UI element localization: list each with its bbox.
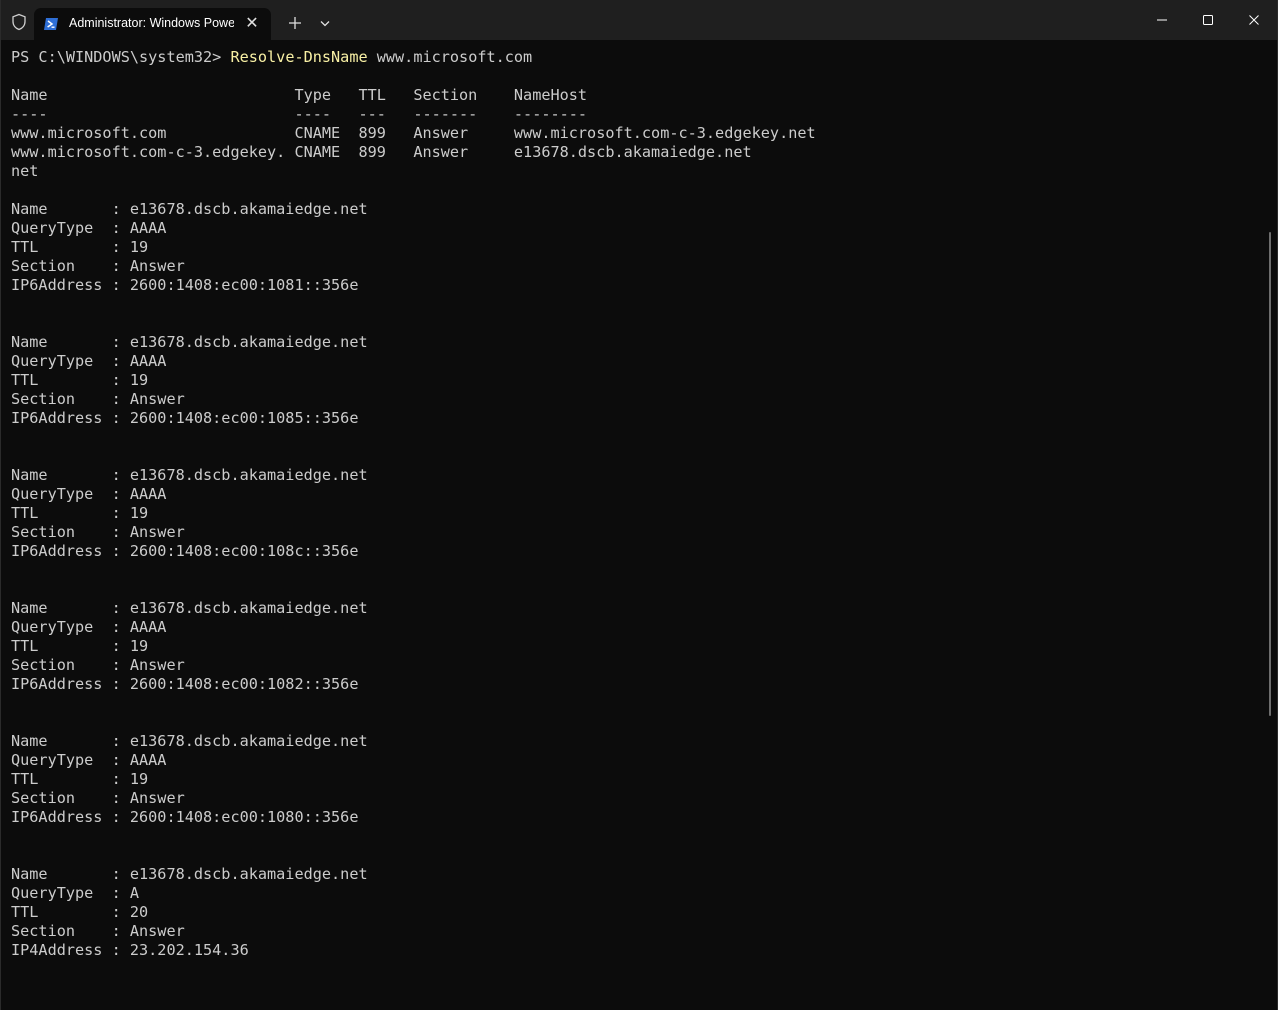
title-bar[interactable]: Administrator: Windows PowerShell ✕ xyxy=(1,0,1277,40)
output-line: IP6Address : 2600:1408:ec00:108c::356e xyxy=(11,542,359,560)
output-line: Section : Answer xyxy=(11,523,185,541)
output-line: IP6Address : 2600:1408:ec00:1082::356e xyxy=(11,675,359,693)
output-line: ---- ---- --- ------- -------- xyxy=(11,105,588,123)
output-lines: Name Type TTL Section NameHost ---- ---- … xyxy=(11,67,1261,960)
close-tab-icon[interactable]: ✕ xyxy=(243,14,261,32)
output-line: QueryType : AAAA xyxy=(11,618,167,636)
output-line: www.microsoft.com CNAME 899 Answer www.m… xyxy=(11,124,816,142)
scrollbar[interactable] xyxy=(1269,232,1271,716)
powershell-icon xyxy=(44,18,58,30)
command-argument: www.microsoft.com xyxy=(367,48,533,66)
terminal-window: Administrator: Windows PowerShell ✕ PS C… xyxy=(0,0,1278,1010)
output-line: Name Type TTL Section NameHost xyxy=(11,86,588,104)
output-line: net xyxy=(11,162,39,180)
output-line: TTL : 19 xyxy=(11,238,149,256)
output-line: QueryType : AAAA xyxy=(11,219,167,237)
output-line: Name : e13678.dscb.akamaiedge.net xyxy=(11,865,368,883)
close-icon xyxy=(1249,15,1259,25)
output-line: TTL : 19 xyxy=(11,371,149,389)
command-line: PS C:\WINDOWS\system32> Resolve-DnsName … xyxy=(11,48,1261,67)
prompt: PS C:\WINDOWS\system32> xyxy=(11,48,231,66)
close-button[interactable] xyxy=(1231,0,1277,40)
output-line: Name : e13678.dscb.akamaiedge.net xyxy=(11,599,368,617)
output-line: IP6Address : 2600:1408:ec00:1085::356e xyxy=(11,409,359,427)
chevron-down-icon[interactable] xyxy=(314,12,336,34)
output-line: Section : Answer xyxy=(11,656,185,674)
output-line: TTL : 20 xyxy=(11,903,149,921)
shield-icon xyxy=(12,13,26,31)
output-line: TTL : 19 xyxy=(11,637,149,655)
minimize-button[interactable] xyxy=(1139,0,1185,40)
minimize-icon xyxy=(1157,19,1167,21)
output-line: Section : Answer xyxy=(11,390,185,408)
plus-icon[interactable] xyxy=(284,12,306,34)
output-line: www.microsoft.com-c-3.edgekey. CNAME 899… xyxy=(11,143,752,161)
output-line: QueryType : AAAA xyxy=(11,751,167,769)
output-line: Name : e13678.dscb.akamaiedge.net xyxy=(11,333,368,351)
output-line: Section : Answer xyxy=(11,257,185,275)
tab-title: Administrator: Windows PowerShell xyxy=(69,16,234,30)
output-line: Name : e13678.dscb.akamaiedge.net xyxy=(11,732,368,750)
output-line: Name : e13678.dscb.akamaiedge.net xyxy=(11,200,368,218)
output-line: Name : e13678.dscb.akamaiedge.net xyxy=(11,466,368,484)
output-line: IP6Address : 2600:1408:ec00:1080::356e xyxy=(11,808,359,826)
output-line: QueryType : AAAA xyxy=(11,352,167,370)
maximize-icon xyxy=(1203,15,1213,25)
output-line: QueryType : A xyxy=(11,884,140,902)
output-line: Section : Answer xyxy=(11,922,185,940)
output-line: TTL : 19 xyxy=(11,504,149,522)
terminal-output[interactable]: PS C:\WINDOWS\system32> Resolve-DnsName … xyxy=(11,48,1261,1010)
output-line: QueryType : AAAA xyxy=(11,485,167,503)
output-line: IP6Address : 2600:1408:ec00:1081::356e xyxy=(11,276,359,294)
maximize-button[interactable] xyxy=(1185,0,1231,40)
output-line: TTL : 19 xyxy=(11,770,149,788)
tab-powershell[interactable]: Administrator: Windows PowerShell ✕ xyxy=(34,8,271,40)
output-line: IP4Address : 23.202.154.36 xyxy=(11,941,249,959)
output-line: Section : Answer xyxy=(11,789,185,807)
command-name: Resolve-DnsName xyxy=(230,48,368,66)
